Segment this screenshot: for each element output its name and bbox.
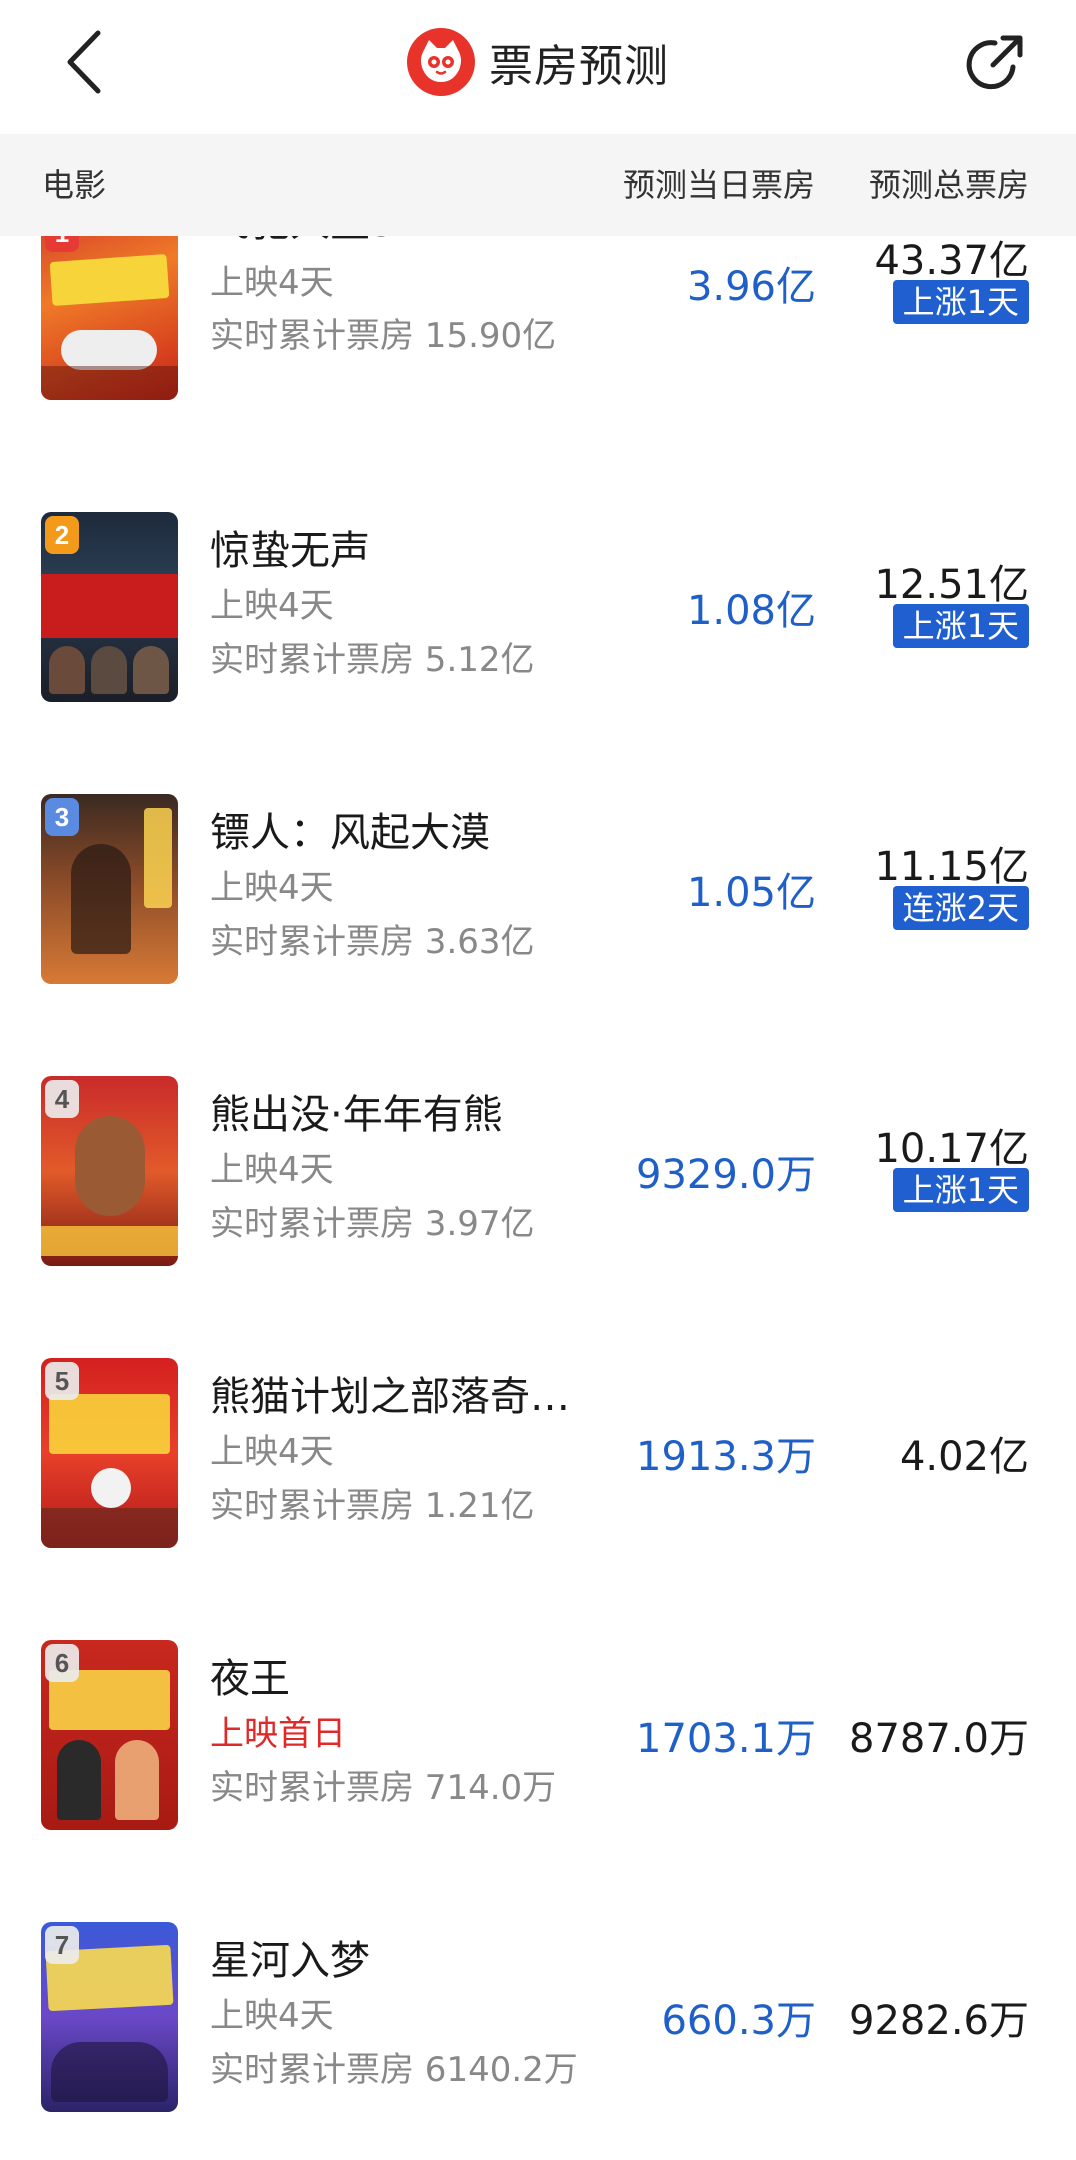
header-total-forecast[interactable]: 预测总票房 (869, 134, 1029, 236)
movie-name: 熊出没·年年有熊 (210, 1092, 503, 1138)
movie-poster: 4 (41, 1076, 178, 1266)
release-days: 上映4天 (210, 1150, 334, 1190)
page: 票房预测 电影 预测当日票房 预测总票房 1 飞驰人生3 上映 (0, 0, 1076, 2160)
trend-badge: 连涨2天 (892, 886, 1029, 930)
trend-badge: 上涨1天 (892, 604, 1029, 648)
release-days: 上映4天 (210, 586, 334, 626)
top-bar: 票房预测 (0, 0, 1076, 134)
today-forecast: 9329.0万 (636, 1152, 816, 1198)
cumulative-box-office: 实时累计票房 15.90亿 (210, 316, 557, 356)
rank-badge: 7 (45, 1926, 79, 1964)
release-days: 上映4天 (210, 1996, 334, 2036)
list-item[interactable]: 7 星河入梦 上映4天 实时累计票房 6140.2万 660.3万 9282.6… (0, 1888, 1076, 2160)
release-days: 上映首日 (210, 1714, 346, 1754)
movie-poster: 6 (41, 1640, 178, 1830)
total-forecast: 8787.0万 (849, 1716, 1029, 1762)
share-button[interactable] (956, 26, 1032, 102)
rank-badge: 1 (45, 236, 79, 252)
release-days: 上映4天 (210, 263, 334, 303)
list-item[interactable]: 6 夜王 上映首日 实时累计票房 714.0万 1703.1万 8787.0万 (0, 1606, 1076, 1888)
rank-badge: 4 (45, 1080, 79, 1118)
trend-badge: 上涨1天 (892, 1168, 1029, 1212)
today-forecast: 1.08亿 (686, 588, 816, 634)
rank-badge: 3 (45, 798, 79, 836)
movie-poster: 7 (41, 1922, 178, 2112)
list-item[interactable]: 2 惊蛰无声 上映4天 实时累计票房 5.12亿 1.08亿 12.51亿 上涨… (0, 478, 1076, 760)
today-forecast: 1703.1万 (636, 1716, 816, 1762)
total-forecast: 9282.6万 (849, 1998, 1029, 2044)
trend-badge: 上涨1天 (892, 280, 1029, 324)
cumulative-box-office: 实时累计票房 3.97亿 (210, 1204, 535, 1244)
total-forecast: 4.02亿 (899, 1434, 1029, 1480)
header-movie: 电影 (42, 166, 107, 204)
list-item[interactable]: 3 镖人：风起大漠 上映4天 实时累计票房 3.63亿 1.05亿 11.15亿… (0, 760, 1076, 1042)
today-forecast: 1913.3万 (636, 1434, 816, 1480)
today-forecast: 660.3万 (661, 1998, 816, 2044)
movie-poster: 2 (41, 512, 178, 702)
total-forecast: 12.51亿 (874, 562, 1029, 608)
movie-poster: 5 (41, 1358, 178, 1548)
column-header: 电影 预测当日票房 预测总票房 (0, 134, 1076, 236)
movie-name: 熊猫计划之部落奇… (210, 1374, 570, 1420)
movie-name: 飞驰人生3 (210, 236, 395, 248)
movie-name: 惊蛰无声 (210, 528, 370, 574)
movie-name: 夜王 (210, 1656, 290, 1702)
title-group: 票房预测 (0, 26, 1076, 98)
list-item[interactable]: 1 飞驰人生3 上映4天 实时累计票房 15.90亿 3.96亿 43.37亿 … (0, 236, 1076, 478)
rank-badge: 5 (45, 1362, 79, 1400)
cat-logo-icon (407, 28, 475, 96)
movie-poster: 1 (41, 236, 178, 400)
cumulative-box-office: 实时累计票房 1.21亿 (210, 1486, 535, 1526)
movie-list: 1 飞驰人生3 上映4天 实时累计票房 15.90亿 3.96亿 43.37亿 … (0, 236, 1076, 2160)
movie-name: 星河入梦 (210, 1938, 370, 1984)
cumulative-box-office: 实时累计票房 6140.2万 (210, 2050, 578, 2090)
total-forecast: 10.17亿 (874, 1126, 1029, 1172)
rank-badge: 6 (45, 1644, 79, 1682)
list-item[interactable]: 5 熊猫计划之部落奇… 上映4天 实时累计票房 1.21亿 1913.3万 4.… (0, 1324, 1076, 1606)
header-today-forecast[interactable]: 预测当日票房 (623, 134, 815, 236)
rank-badge: 2 (45, 516, 79, 554)
list-item[interactable]: 4 熊出没·年年有熊 上映4天 实时累计票房 3.97亿 9329.0万 10.… (0, 1042, 1076, 1324)
cumulative-box-office: 实时累计票房 714.0万 (210, 1768, 557, 1808)
today-forecast: 3.96亿 (686, 264, 816, 310)
movie-poster: 3 (41, 794, 178, 984)
share-icon (966, 35, 1023, 90)
movie-name: 镖人：风起大漠 (210, 810, 490, 856)
page-title: 票房预测 (489, 41, 669, 92)
release-days: 上映4天 (210, 1432, 334, 1472)
cumulative-box-office: 实时累计票房 5.12亿 (210, 640, 535, 680)
total-forecast: 11.15亿 (874, 844, 1029, 890)
today-forecast: 1.05亿 (686, 870, 816, 916)
total-forecast: 43.37亿 (874, 238, 1029, 284)
cumulative-box-office: 实时累计票房 3.63亿 (210, 922, 535, 962)
release-days: 上映4天 (210, 868, 334, 908)
